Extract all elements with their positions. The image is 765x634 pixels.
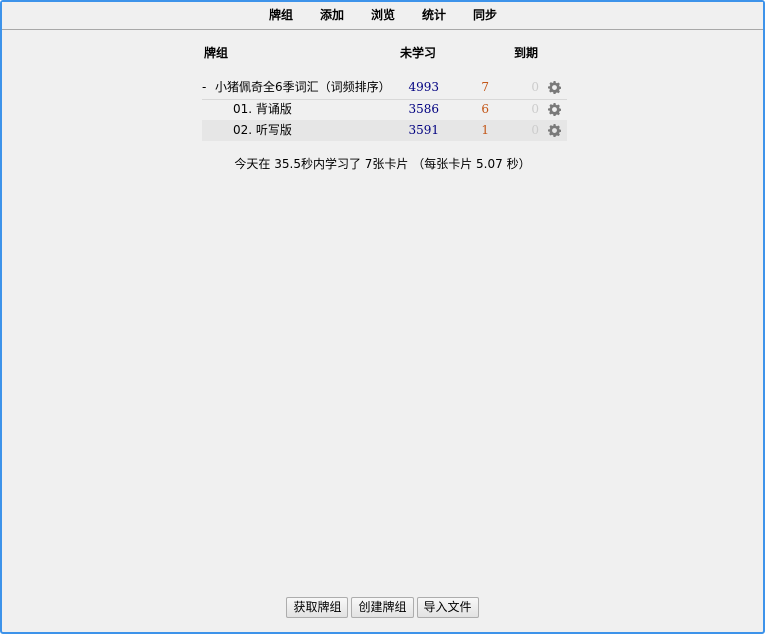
due-count: 0 (531, 123, 539, 137)
create-deck-button[interactable]: 创建牌组 (351, 597, 414, 618)
gear-icon[interactable] (548, 81, 561, 94)
anki-main-window: 牌组 添加 浏览 统计 同步 牌组 未学习 到期 - 小猪佩奇全6季词汇（词频排… (0, 0, 765, 634)
due-column-header: 到期 (514, 46, 539, 60)
gear-icon[interactable] (548, 103, 561, 116)
tab-decks[interactable]: 牌组 (256, 2, 306, 29)
new-count: 3591 (408, 123, 439, 137)
deck-row-child[interactable]: 02. 听写版 3591 1 0 (202, 120, 567, 141)
tab-add[interactable]: 添加 (307, 2, 357, 29)
due-count: 0 (531, 80, 539, 94)
import-file-button[interactable]: 导入文件 (416, 597, 479, 618)
tab-stats[interactable]: 统计 (409, 2, 459, 29)
deck-name[interactable]: 02. 听写版 (233, 120, 292, 141)
new-count: 4993 (408, 80, 439, 94)
learn-count: 1 (481, 123, 489, 137)
deck-row-child[interactable]: 01. 背诵版 3586 6 0 (202, 99, 567, 120)
deck-name[interactable]: 01. 背诵版 (233, 99, 292, 120)
due-count: 0 (531, 102, 539, 116)
deck-row-parent[interactable]: - 小猪佩奇全6季词汇（词频排序） 4993 7 0 (202, 77, 567, 98)
study-summary: 今天在 35.5秒内学习了 7张卡片 （每张卡片 5.07 秒） (234, 157, 531, 171)
collapse-toggle[interactable]: - (202, 77, 206, 98)
deck-column-header: 牌组 (204, 46, 229, 60)
gear-icon[interactable] (548, 124, 561, 137)
new-column-header: 未学习 (400, 46, 437, 60)
top-toolbar: 牌组 添加 浏览 统计 同步 (2, 2, 763, 30)
bottom-button-bar: 获取牌组 创建牌组 导入文件 (2, 597, 763, 618)
learn-count: 7 (481, 80, 489, 94)
get-shared-button[interactable]: 获取牌组 (286, 597, 349, 618)
tab-sync[interactable]: 同步 (460, 2, 510, 29)
deck-name[interactable]: 小猪佩奇全6季词汇（词频排序） (215, 77, 391, 98)
new-count: 3586 (408, 102, 439, 116)
tab-browse[interactable]: 浏览 (358, 2, 408, 29)
learn-count: 6 (481, 102, 489, 116)
